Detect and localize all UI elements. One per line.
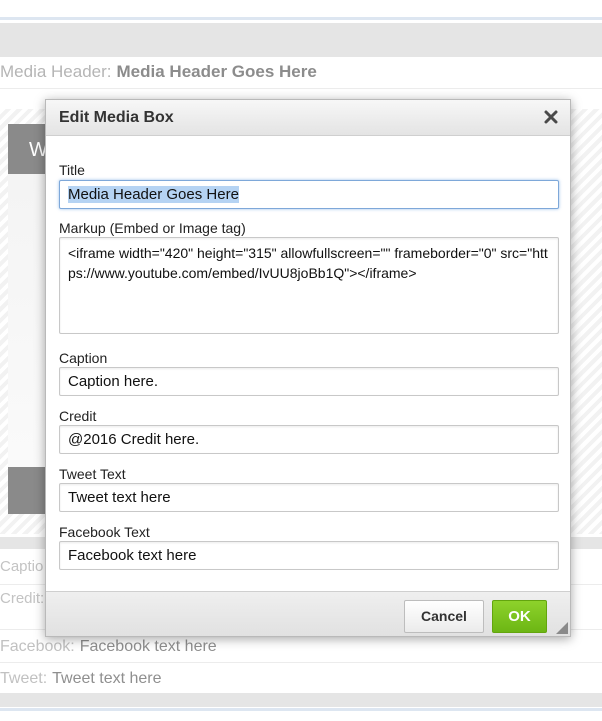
media-preview-bottom xyxy=(8,467,48,514)
edit-media-box-dialog: Edit Media Box Title Media Header Goes H… xyxy=(45,99,571,637)
facebook-label: Facebook: xyxy=(0,638,75,655)
media-header-label: Media Header: xyxy=(0,62,112,81)
media-header-row[interactable]: Media Header: Media Header Goes Here xyxy=(0,60,602,86)
page-header-band xyxy=(0,23,602,57)
facebook-text-input-value: Facebook text here xyxy=(68,547,197,564)
dialog-titlebar[interactable]: Edit Media Box xyxy=(46,100,570,136)
caption-input-value: Caption here. xyxy=(68,373,159,390)
ok-button[interactable]: OK xyxy=(492,600,547,633)
page-footer-band xyxy=(0,693,602,707)
caption-label: Caption xyxy=(59,350,108,366)
credit-input[interactable]: @2016 Credit here. xyxy=(59,425,559,454)
tweet-label: Tweet: xyxy=(0,670,48,687)
close-icon xyxy=(544,110,558,124)
dialog-footer: Cancel OK xyxy=(46,591,570,636)
page-top-border xyxy=(0,17,602,20)
title-input[interactable]: Media Header Goes Here xyxy=(59,180,559,209)
facebook-value: Facebook text here xyxy=(79,638,217,655)
title-input-value: Media Header Goes Here xyxy=(68,186,239,203)
close-button[interactable] xyxy=(542,108,560,126)
credit-label: Credit: xyxy=(0,590,45,607)
tweet-text-label: Tweet Text xyxy=(59,466,126,482)
tweet-value: Tweet text here xyxy=(52,670,162,687)
tweet-row[interactable]: Tweet: Tweet text here xyxy=(0,668,602,690)
media-preview-panel xyxy=(8,174,48,467)
dialog-title: Edit Media Box xyxy=(59,109,174,126)
divider xyxy=(0,88,602,89)
media-header-value: Media Header Goes Here xyxy=(116,62,317,81)
markup-label: Markup (Embed or Image tag) xyxy=(59,220,246,236)
facebook-text-label: Facebook Text xyxy=(59,524,150,540)
divider xyxy=(0,662,602,663)
credit-label: Credit xyxy=(59,408,97,424)
caption-label: Captio xyxy=(0,558,44,575)
facebook-text-input[interactable]: Facebook text here xyxy=(59,541,559,570)
credit-input-value: @2016 Credit here. xyxy=(68,431,200,448)
caption-input[interactable]: Caption here. xyxy=(59,367,559,396)
tweet-text-input[interactable]: Tweet text here xyxy=(59,483,559,512)
markup-textarea[interactable]: <iframe width="420" height="315" allowfu… xyxy=(59,237,559,334)
cancel-button[interactable]: Cancel xyxy=(404,600,484,633)
facebook-row[interactable]: Facebook: Facebook text here xyxy=(0,636,602,658)
resize-grip-icon xyxy=(556,622,568,634)
tweet-text-input-value: Tweet text here xyxy=(68,489,171,506)
page-bottom-border xyxy=(0,708,602,711)
resize-handle[interactable] xyxy=(556,622,568,634)
title-label: Title xyxy=(59,162,85,178)
